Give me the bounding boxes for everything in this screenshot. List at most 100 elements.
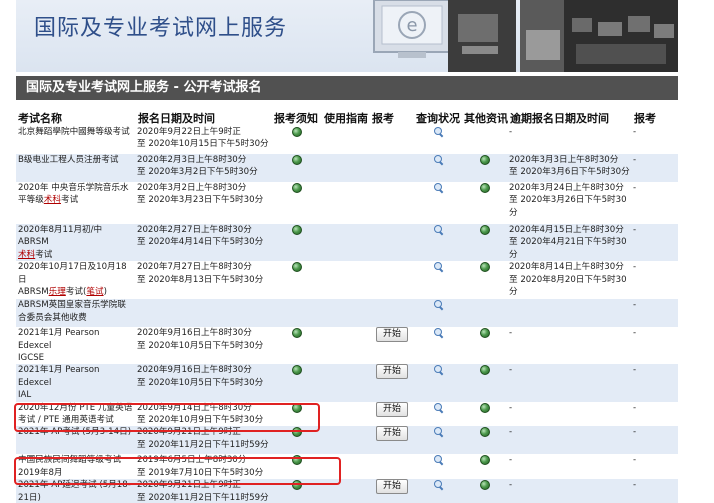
col-header-period: 报名日期及时间: [138, 112, 215, 125]
table-row: 2020年8月11月初/中 ABRSM 术科考试 2020年2月27日上午8时30分…: [16, 224, 678, 262]
exam-name-cell: 2021年 AP考试 (5月3-14日): [16, 426, 136, 455]
start-button[interactable]: 开始: [375, 327, 408, 343]
globe-icon[interactable]: [480, 155, 490, 165]
period-cell: 2020年9月14日上午8时30分至 2020年10月9日下午5时30分: [136, 401, 272, 427]
start-button[interactable]: 开始: [375, 426, 408, 442]
table-row: 中国民族民间舞蹈等级考试 2019年8月 2019年6月5日上午8时30分至 201…: [16, 454, 678, 480]
other-info-cell: [462, 261, 508, 300]
exam-table: 考试名称 报名日期及时间 报考须知 使用指南 报考 查询状况 其他资讯 逾期报名…: [16, 108, 678, 503]
late-apply-cell: -: [632, 261, 678, 300]
magnifier-icon[interactable]: [433, 155, 443, 164]
banner-photo-computer: [448, 0, 516, 72]
globe-icon[interactable]: [292, 480, 302, 491]
link-practical-exam[interactable]: 术科: [18, 250, 35, 260]
globe-icon[interactable]: [292, 262, 302, 273]
magnifier-icon[interactable]: [433, 480, 443, 489]
globe-icon[interactable]: [480, 262, 490, 273]
globe-icon[interactable]: [480, 480, 490, 491]
globe-icon[interactable]: [292, 365, 302, 376]
globe-icon[interactable]: [292, 183, 302, 193]
late-apply-cell: -: [632, 327, 678, 365]
period-cell: 2020年9月21日上午9时正至 2020年11月2日下午11时59分: [136, 426, 272, 455]
period-cell: 2020年9月21日上午9时正至 2020年11月2日下午11时59分: [136, 479, 272, 503]
globe-icon[interactable]: [292, 328, 302, 339]
globe-icon[interactable]: [292, 455, 302, 466]
magnifier-icon[interactable]: [433, 127, 443, 136]
late-period-cell: 2020年3月3日上午8时30分至 2020年3月6日下午5时30分: [508, 154, 632, 182]
exam-name-cell: 2021年1月 Pearson Edexcel IGCSE: [16, 327, 136, 365]
magnifier-icon[interactable]: [433, 455, 443, 464]
table-row: 2021年 AP延迟考试 (5月18- 21日) 2020年9月21日上午9时正至 …: [16, 479, 678, 503]
start-button[interactable]: 开始: [375, 401, 408, 417]
globe-icon[interactable]: [480, 183, 490, 193]
status-cell: [414, 426, 462, 455]
period-cell: 2019年6月5日上午8时30分至 2019年7月10日下午5时30分: [136, 454, 272, 480]
apply-cell: 开始: [370, 426, 414, 455]
start-button[interactable]: 开始: [375, 364, 408, 380]
guide-cell: [322, 154, 370, 182]
link-practical-exam[interactable]: 术科: [44, 195, 61, 205]
period-cell: 2020年2月27日上午8时30分至 2020年4月14日下午5时30分: [136, 224, 272, 262]
globe-icon[interactable]: [292, 427, 302, 438]
notes-cell: [272, 364, 322, 402]
globe-icon[interactable]: [292, 127, 302, 137]
globe-icon[interactable]: [292, 155, 302, 165]
start-button[interactable]: 开始: [375, 479, 408, 495]
notes-cell: [272, 327, 322, 365]
notes-cell: [272, 154, 322, 182]
guide-cell: [322, 454, 370, 480]
period-cell: 2020年3月2日上午8时30分至 2020年3月23日下午5时30分: [136, 182, 272, 224]
magnifier-icon[interactable]: [433, 225, 443, 234]
status-cell: [414, 182, 462, 224]
status-cell: [414, 299, 462, 328]
globe-icon[interactable]: [480, 328, 490, 339]
other-info-cell: [462, 479, 508, 503]
table-row: B级电业工程人员注册考试 2020年2月3日上午8时30分至 2020年3月2日下…: [16, 154, 678, 182]
notes-cell: [272, 426, 322, 455]
magnifier-icon[interactable]: [433, 427, 443, 436]
late-period-cell: 2020年4月15日上午8时30分至 2020年4月21日下午5时30分: [508, 224, 632, 262]
guide-cell: [322, 224, 370, 262]
guide-cell: [322, 299, 370, 328]
apply-cell: [370, 454, 414, 480]
col-header-exam-name: 考试名称: [18, 112, 62, 125]
notes-cell: [272, 224, 322, 262]
globe-icon[interactable]: [480, 427, 490, 438]
globe-icon[interactable]: [480, 402, 490, 413]
apply-cell: [370, 182, 414, 224]
late-apply-cell: -: [632, 126, 678, 154]
magnifier-icon[interactable]: [433, 365, 443, 374]
globe-icon[interactable]: [480, 365, 490, 376]
late-period-cell: -: [508, 327, 632, 365]
period-cell: 2020年7月27日上午8时30分至 2020年8月13日下午5时30分: [136, 261, 272, 300]
late-apply-cell: -: [632, 154, 678, 182]
status-cell: [414, 327, 462, 365]
period-cell: 2020年2月3日上午8时30分至 2020年3月2日下午5时30分: [136, 154, 272, 182]
late-period-cell: -: [508, 479, 632, 503]
globe-icon[interactable]: [292, 402, 302, 413]
late-apply-cell: -: [632, 454, 678, 480]
magnifier-icon[interactable]: [433, 402, 443, 412]
magnifier-icon[interactable]: [433, 262, 443, 271]
status-cell: [414, 454, 462, 480]
globe-icon[interactable]: [480, 455, 490, 466]
magnifier-icon[interactable]: [433, 328, 443, 337]
site-title: 国际及专业考试网上服务: [34, 16, 288, 41]
magnifier-icon[interactable]: [433, 300, 443, 309]
apply-cell: 开始: [370, 364, 414, 402]
guide-cell: [322, 327, 370, 365]
link-written-exam[interactable]: 笔试: [86, 287, 103, 297]
table-row: 2020年 中央音乐学院音乐水 平等级术科考试 2020年3月2日上午8时30分至 …: [16, 182, 678, 224]
globe-icon[interactable]: [480, 225, 490, 235]
late-period-cell: -: [508, 401, 632, 427]
col-header-late-apply: 报考: [634, 112, 656, 125]
table-row: 2021年1月 Pearson Edexcel IAL 2020年9月16日上午8时…: [16, 364, 678, 402]
banner-photo-writing: [520, 0, 566, 72]
exam-name-cell: 2021年 AP延迟考试 (5月18- 21日): [16, 479, 136, 503]
late-period-cell: [508, 299, 632, 328]
notes-cell: [272, 126, 322, 154]
link-theory-exam[interactable]: 乐理: [49, 287, 66, 297]
table-row: 2021年 AP考试 (5月3-14日) 2020年9月21日上午9时正至 202…: [16, 426, 678, 455]
magnifier-icon[interactable]: [433, 183, 443, 192]
globe-icon[interactable]: [292, 225, 302, 235]
